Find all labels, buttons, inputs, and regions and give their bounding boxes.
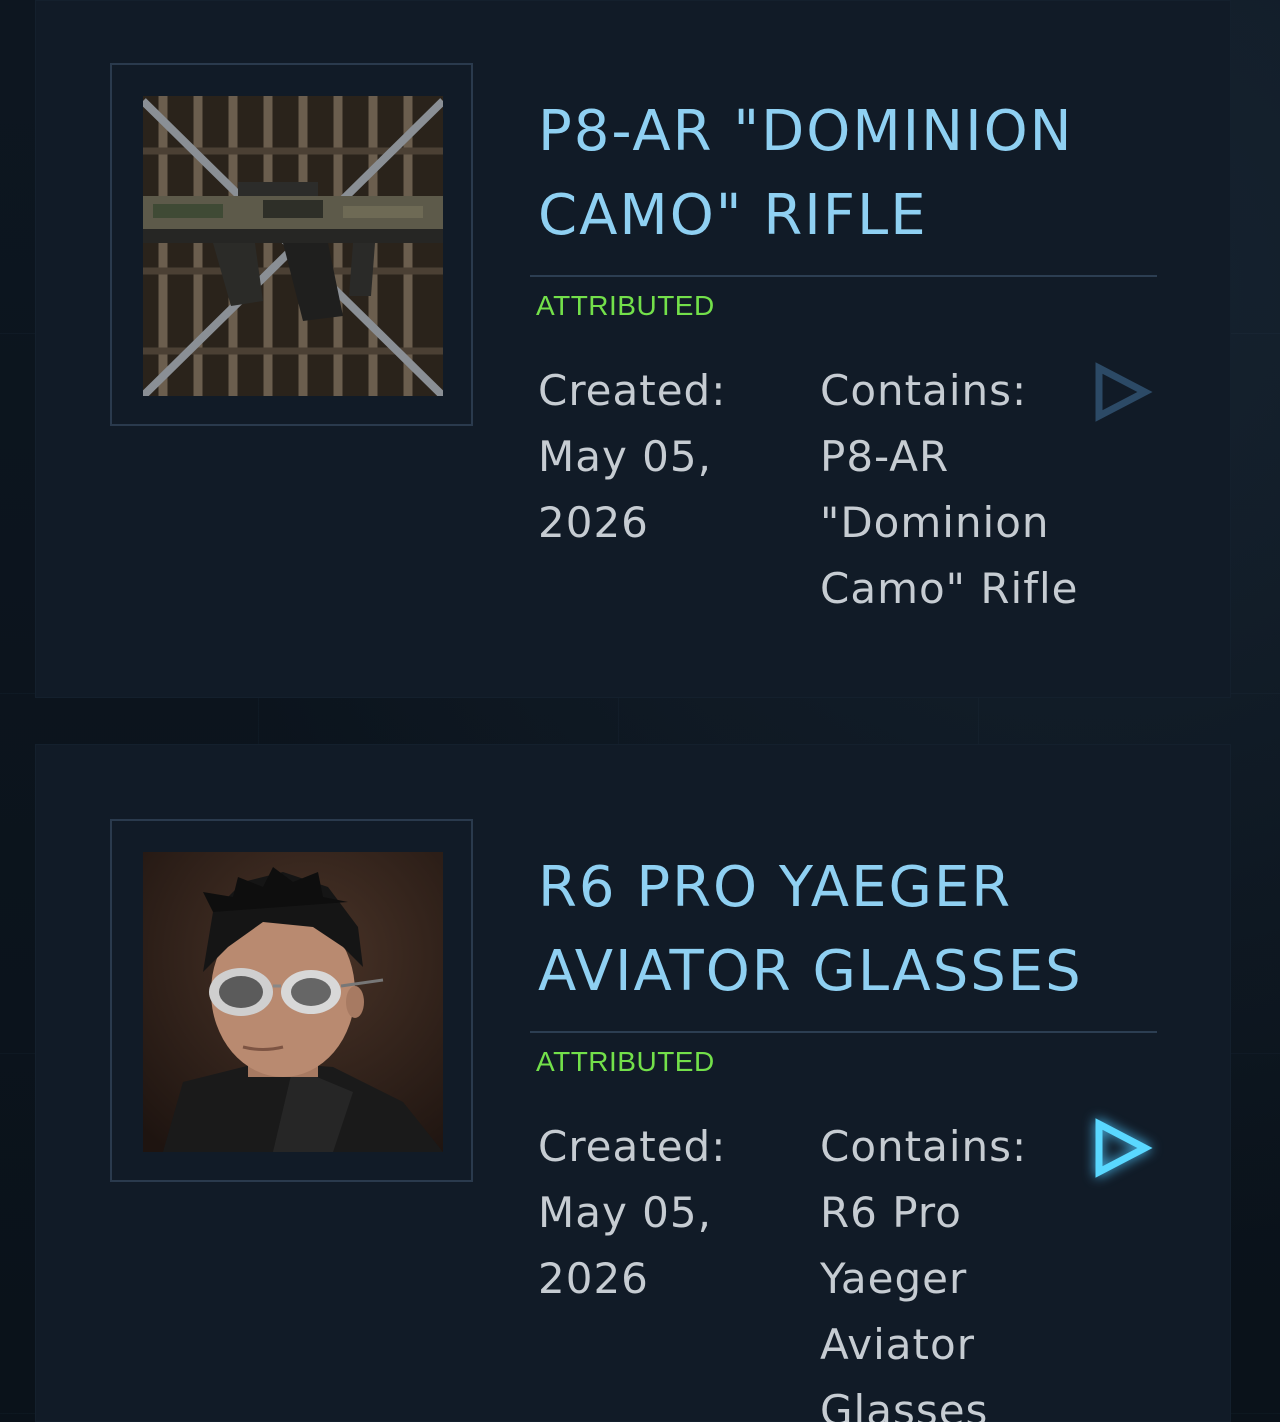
contains-info: Contains: R6 Pro Yaeger Aviator Glasses xyxy=(820,1114,1120,1422)
divider xyxy=(530,1031,1157,1033)
play-arrow-icon[interactable] xyxy=(1093,362,1153,422)
contains-label: Contains: xyxy=(820,1122,1028,1171)
created-date: May 05, 2026 xyxy=(538,1188,712,1303)
item-title: R6 PRO YAEGER AVIATOR GLASSES xyxy=(538,855,1083,1004)
created-label: Created: xyxy=(538,1122,727,1171)
created-date: May 05, 2026 xyxy=(538,432,712,547)
play-arrow-icon[interactable] xyxy=(1093,1118,1153,1178)
item-title: P8-AR "DOMINION CAMO" RIFLE xyxy=(538,99,1074,248)
rifle-image xyxy=(143,96,443,396)
contains-label: Contains: xyxy=(820,366,1028,415)
status-badge: ATTRIBUTED xyxy=(536,1046,715,1077)
item-card[interactable]: R6 PRO YAEGER AVIATOR GLASSES ATTRIBUTED… xyxy=(35,744,1231,1422)
item-card[interactable]: P8-AR "DOMINION CAMO" RIFLE ATTRIBUTED C… xyxy=(35,0,1231,698)
contains-value: R6 Pro Yaeger Aviator Glasses xyxy=(820,1188,989,1422)
contains-value: P8-AR "Dominion Camo" Rifle xyxy=(820,432,1079,613)
divider xyxy=(530,275,1157,277)
created-label: Created: xyxy=(538,366,727,415)
contains-info: Contains: P8-AR "Dominion Camo" Rifle xyxy=(820,358,1120,622)
aviator-glasses-portrait-image xyxy=(143,852,443,1152)
thumbnail-frame xyxy=(110,63,473,426)
status-badge: ATTRIBUTED xyxy=(536,290,715,321)
created-info: Created: May 05, 2026 xyxy=(538,1114,778,1312)
thumbnail-frame xyxy=(110,819,473,1182)
created-info: Created: May 05, 2026 xyxy=(538,358,778,556)
